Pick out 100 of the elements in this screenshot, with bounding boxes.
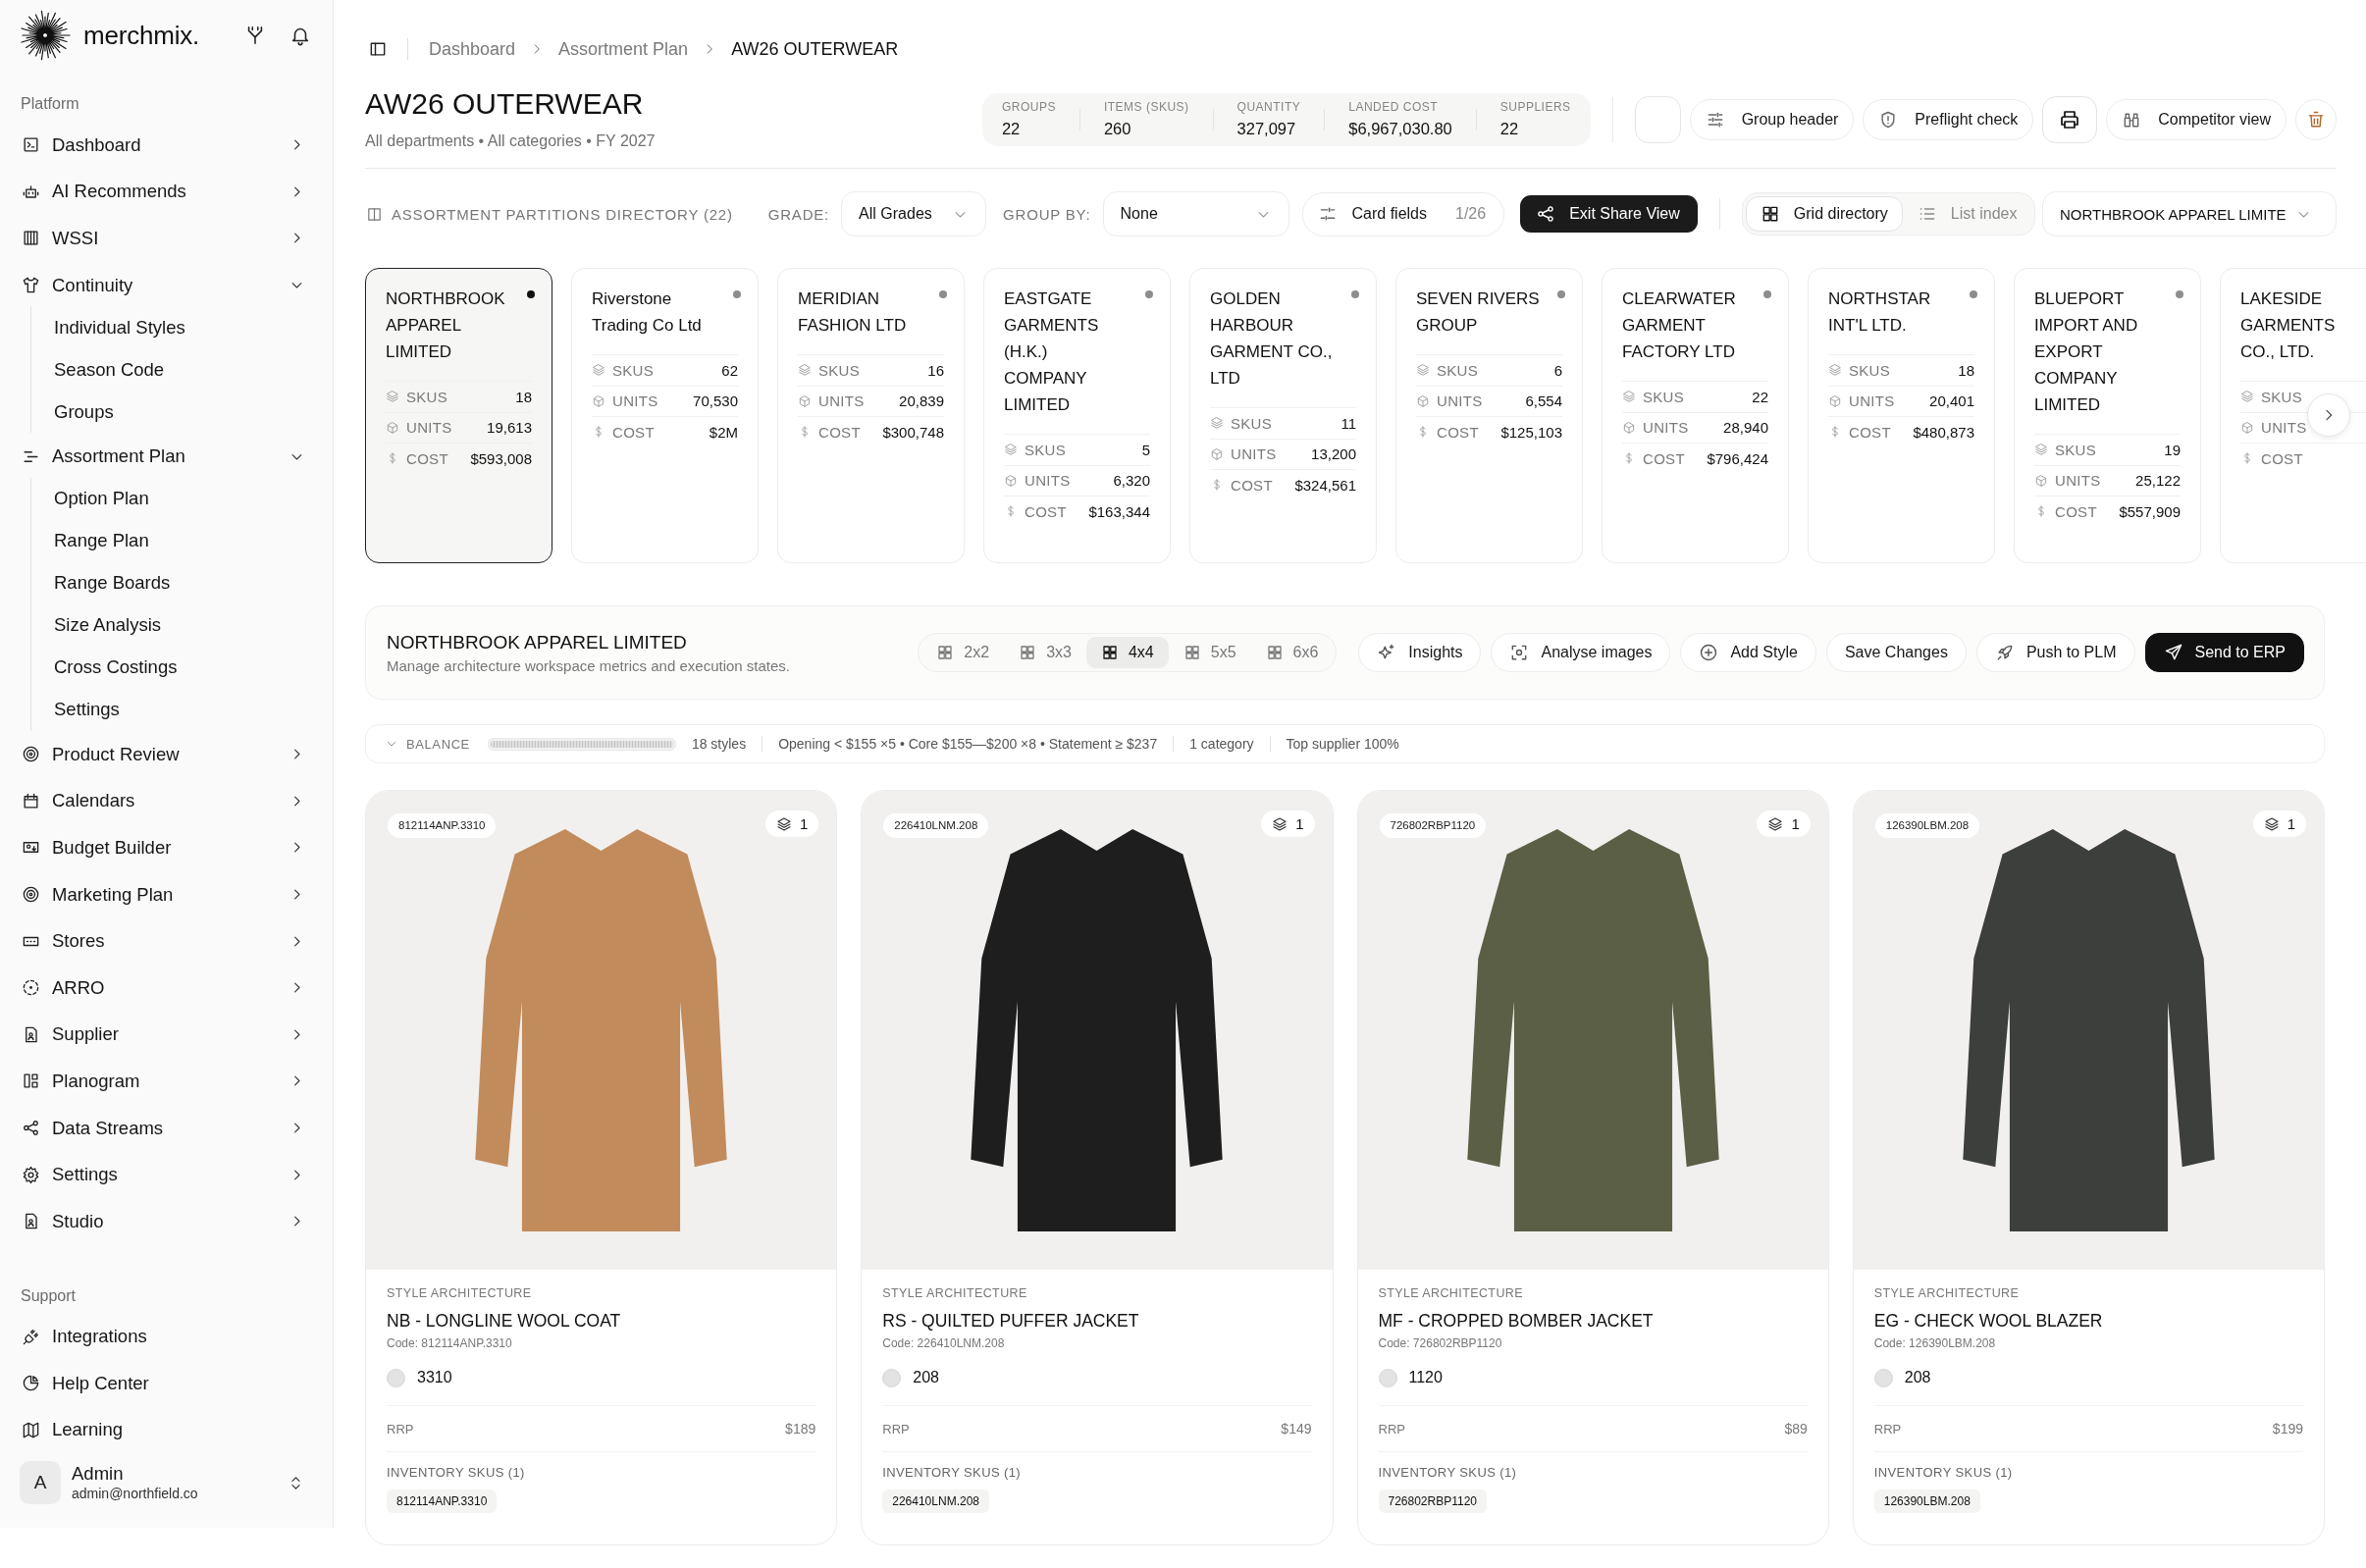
nav-item[interactable]: Learning — [0, 1406, 333, 1454]
box-icon — [592, 393, 605, 408]
stat-value: 22 — [1499, 119, 1520, 139]
nav-item[interactable]: Calendars — [0, 777, 333, 825]
metric-value: 19 — [2164, 441, 2181, 458]
nav-item[interactable]: Assortment Plan — [0, 433, 333, 480]
nav-item[interactable]: Stores — [0, 917, 333, 965]
nav-subitem[interactable]: Groups — [31, 391, 333, 434]
colour-code: 208 — [1904, 1369, 1931, 1386]
send-to-erp-button[interactable]: Send to ERP — [2144, 633, 2304, 672]
metric-label: COST — [1849, 423, 1891, 441]
partition-card[interactable]: EASTGATE GARMENTS (H.K.) COMPANY LIMITED SKUS 5 UNITS 6,320 COST $163,344 — [983, 268, 1171, 563]
page-title: AW26 OUTERWEAR — [365, 86, 645, 122]
workspace-title: NORTHBROOK APPAREL LIMITED — [387, 630, 688, 654]
nav-item[interactable]: AI Recommends — [0, 168, 333, 216]
partition-card[interactable]: SEVEN RIVERS GROUP SKUS 6 UNITS 6,554 COST $125,103 — [1395, 268, 1583, 563]
dropdown[interactable]: All Grades — [841, 191, 987, 236]
sidebar-toggle-icon[interactable] — [368, 39, 388, 59]
nav-item[interactable]: ARRO — [0, 964, 333, 1012]
nav-item[interactable]: Data Streams — [0, 1104, 333, 1152]
balance-stat: 18 styles — [691, 736, 747, 752]
nav-subitem[interactable]: Size Analysis — [31, 603, 333, 647]
delete-button[interactable] — [2295, 98, 2337, 140]
logo-icon — [20, 10, 71, 61]
nav-subitem[interactable]: Season Code — [31, 348, 333, 392]
view-tab[interactable]: Grid directory — [1745, 196, 1903, 232]
print-button[interactable] — [2042, 95, 2098, 143]
breadcrumb-link[interactable]: Assortment Plan — [558, 38, 689, 60]
competitor-view-button[interactable]: Competitor view — [2106, 98, 2287, 140]
product-name: RS - QUILTED PUFFER JACKET — [882, 1310, 1140, 1333]
insights-button[interactable]: Insights — [1358, 633, 1482, 672]
nav-subitem[interactable]: Option Plan — [31, 477, 333, 520]
save-changes-button[interactable]: Save Changes — [1825, 633, 1967, 672]
page-subtitle: All departments • All categories • FY 2027 — [365, 131, 656, 151]
columns-icon — [22, 229, 40, 248]
grid-size-tab[interactable]: 5x5 — [1168, 637, 1251, 668]
grid-size-tab[interactable]: 4x4 — [1085, 637, 1169, 668]
style-code: 126390LBM.208 — [1874, 813, 1980, 838]
grid-size-tab[interactable]: 2x2 — [921, 637, 1005, 668]
nav-item[interactable]: Dashboard — [0, 122, 333, 169]
nav-subitem[interactable]: Range Plan — [31, 519, 333, 562]
partition-card[interactable]: GOLDEN HARBOUR GARMENT CO., LTD SKUS 11 UNITS 13,200 COST $324,561 — [1189, 268, 1377, 563]
share-icon — [1536, 204, 1556, 224]
product-card[interactable]: 812114ANP.3310 1 STYLE ARCHITECTURE NB - LONGLINE WOOL COAT Code: 812114ANP.3310 3310 RRP $189 INVENTORY SKUS (1) 812114ANP.3310 — [365, 790, 838, 1545]
metric-label: UNITS — [1231, 445, 1277, 463]
nav-item[interactable]: Marketing Plan — [0, 870, 333, 918]
card-fields-button[interactable]: Card fields 1/26 — [1301, 191, 1505, 236]
group-header-button[interactable]: Group header — [1689, 98, 1855, 140]
metric-label: SKUS — [2261, 388, 2303, 405]
nav-subitem[interactable]: Individual Styles — [31, 306, 333, 349]
preflight-check-button[interactable]: Preflight check — [1863, 98, 2034, 140]
colour-code: 3310 — [417, 1369, 452, 1386]
partition-card[interactable]: LAKESIDE GARMENTS CO., LTD. SKUS UNITS COST — [2220, 268, 2366, 563]
swatch-icon — [1378, 1368, 1397, 1387]
metric-label: UNITS — [1437, 392, 1483, 410]
box-icon — [1004, 473, 1018, 488]
partition-card[interactable]: Riverstone Trading Co Ltd SKUS 62 UNITS 70,530 COST $2M — [571, 268, 759, 563]
product-card[interactable]: 726802RBP1120 1 STYLE ARCHITECTURE MF - CROPPED BOMBER JACKET Code: 726802RBP1120 1120 RRP $89 INVENTORY SKUS (1) 726802RBP1120 — [1356, 790, 1829, 1545]
metric-label: SKUS — [1025, 441, 1067, 458]
nav-subitem[interactable]: Cross Costings — [31, 646, 333, 689]
breadcrumb-link[interactable]: Dashboard — [429, 38, 516, 60]
nav-item[interactable]: Budget Builder — [0, 824, 333, 871]
nav-subitem[interactable]: Settings — [31, 688, 333, 731]
metric-value: $2M — [709, 423, 738, 441]
product-card[interactable]: 226410LNM.208 1 STYLE ARCHITECTURE RS - QUILTED PUFFER JACKET Code: 226410LNM.208 208 RRP $149 INVENTORY SKUS (1) 226410LNM.208 — [861, 790, 1334, 1545]
exit-share-view-button[interactable]: Exit Share View — [1520, 195, 1698, 233]
analyse-images-button[interactable]: Analyse images — [1491, 633, 1671, 672]
box-icon — [386, 420, 399, 435]
dropdown[interactable]: None — [1102, 191, 1289, 236]
stat-label: LANDED COST — [1348, 99, 1440, 115]
nav-item[interactable]: Planogram — [0, 1058, 333, 1105]
partition-card[interactable]: NORTHBROOK APPAREL LIMITED SKUS 18 UNITS 19,613 COST $593,008 — [365, 268, 552, 563]
calendar-icon — [22, 791, 40, 810]
nav-item[interactable]: Supplier — [0, 1011, 333, 1059]
partition-card[interactable]: CLEARWATER GARMENT FACTORY LTD SKUS 22 UNITS 28,940 COST $796,424 — [1602, 268, 1789, 563]
partition-dropdown[interactable]: NORTHBROOK APPAREL LIMITE — [2042, 191, 2337, 236]
nav-item[interactable]: Continuity — [0, 261, 333, 309]
nav-item[interactable]: WSSI — [0, 215, 333, 262]
nav-item[interactable]: Help Center — [0, 1360, 333, 1407]
breadcrumb-link[interactable]: AW26 OUTERWEAR — [731, 38, 899, 60]
settings-icon — [22, 1165, 40, 1184]
nav-subitem[interactable]: Range Boards — [31, 561, 333, 604]
product-card[interactable]: 126390LBM.208 1 STYLE ARCHITECTURE EG - CHECK WOOL BLAZER Code: 126390LBM.208 208 RRP $199 INVENTORY SKUS (1) 126390LBM.208 — [1852, 790, 2325, 1545]
price-value: $189 — [785, 1421, 816, 1437]
variant-count: 1 — [1295, 815, 1304, 832]
directory-title: ASSORTMENT PARTITIONS DIRECTORY (22) — [392, 205, 733, 223]
nav-item[interactable]: Settings — [0, 1151, 333, 1198]
nav-item[interactable]: Studio — [0, 1197, 333, 1245]
partition-card[interactable]: BLUEPORT IMPORT AND EXPORT COMPANY LIMITED SKUS 19 UNITS 25,122 COST $557,909 — [2014, 268, 2201, 563]
grid-size-tab[interactable]: 6x6 — [1250, 637, 1334, 668]
nav-item[interactable]: Product Review — [0, 730, 333, 778]
product-code: Code: 226410LNM.208 — [882, 1335, 1006, 1352]
add-style-button[interactable]: Add Style — [1680, 633, 1816, 672]
metric-label: COST — [1437, 423, 1479, 441]
grid-size-tab[interactable]: 3x3 — [1004, 637, 1086, 668]
partition-card[interactable]: MERIDIAN FASHION LTD SKUS 16 UNITS 20,839 COST $300,748 — [777, 268, 965, 563]
nav-item[interactable]: Integrations — [0, 1313, 333, 1361]
partition-card[interactable]: NORTHSTAR INT'L LTD. SKUS 18 UNITS 20,401 COST $480,873 — [1808, 268, 1995, 563]
push-to-plm-button[interactable]: Push to PLM — [1975, 633, 2135, 672]
metric-label: SKUS — [612, 361, 655, 379]
